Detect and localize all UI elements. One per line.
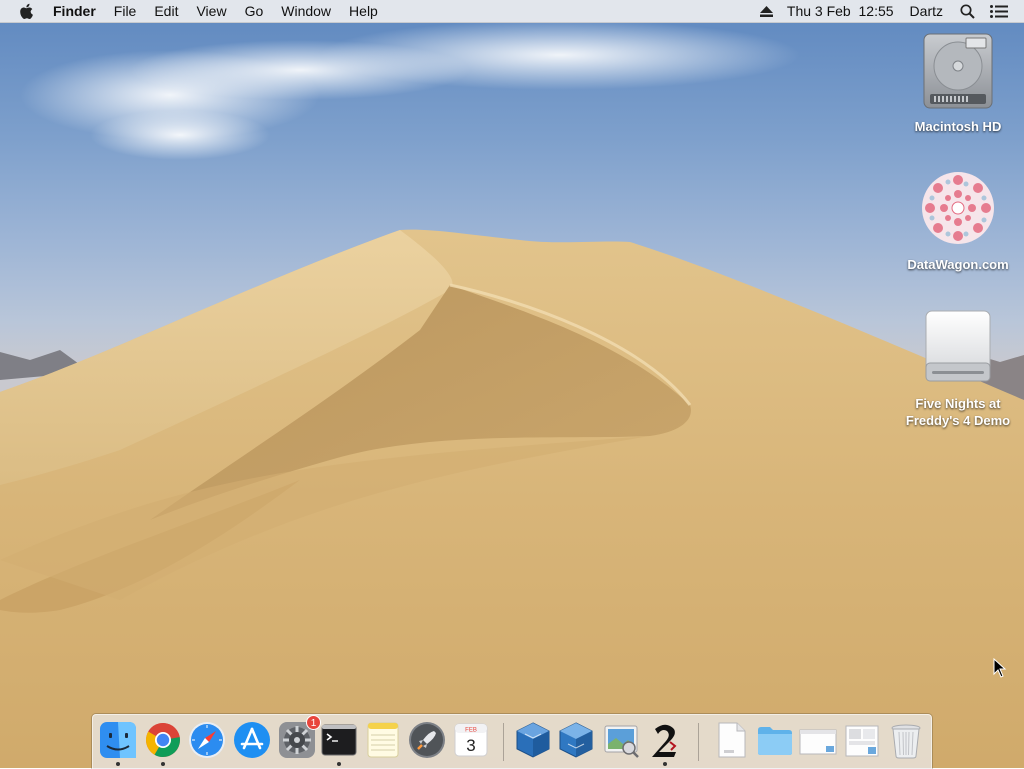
running-indicator [663,762,667,766]
fnaf2-logo-icon [652,724,677,757]
dock-preview[interactable] [601,720,641,760]
desktop-icon-datawagon[interactable]: DataWagon.com [898,168,1018,273]
dock-separator [698,723,699,761]
app-store-icon [234,722,270,758]
chrome-icon [146,723,180,757]
terminal-icon [321,724,357,756]
notification-center-icon[interactable] [982,0,1016,22]
dock-stack-downloads[interactable] [755,720,795,760]
running-indicator [116,762,120,766]
screenshot-file-icon [799,729,837,755]
screenshot-file-icon [845,725,879,757]
virtualbox-cube-icon [559,722,593,758]
hard-drive-icon [918,30,998,110]
mouse-pointer-icon [993,657,1007,683]
menu-clock[interactable]: Thu 3 Feb 12:55 [780,0,901,22]
desktop-icon-label: Macintosh HD [914,119,1002,134]
menu-app-finder[interactable]: Finder [53,0,105,22]
dock-stack-screenshot-2[interactable] [842,720,882,760]
external-disk-image-icon [918,307,998,387]
spotlight-search-icon[interactable] [952,0,982,22]
desktop-icon-label: Five Nights at Freddy's 4 Demo [905,396,1011,428]
dock-fnaf2[interactable] [645,720,685,760]
mojave-dune-illustration [0,20,1024,768]
dock-terminal[interactable] [319,720,359,760]
menu-file[interactable]: File [105,0,146,22]
folder-icon [758,727,792,755]
dock-app-store[interactable] [232,720,272,760]
menu-go[interactable]: Go [236,0,273,22]
menu-edit[interactable]: Edit [145,0,187,22]
calendar-month-label: FEB [465,728,477,734]
calendar-day-label: 3 [466,736,475,755]
rocket-icon [409,722,445,758]
menu-help[interactable]: Help [340,0,387,22]
document-icon [718,722,746,758]
apple-menu-icon[interactable] [19,0,37,22]
dock: 1 FEB 3 [92,714,932,769]
preview-icon [604,725,639,758]
dock-calendar[interactable]: FEB 3 [451,720,491,760]
desktop-wallpaper [0,0,1024,768]
dock-launchpad[interactable] [407,720,447,760]
eject-icon[interactable] [754,0,780,22]
desktop-icon-macintosh-hd[interactable]: Macintosh HD [898,30,1018,135]
floral-web-shortcut-icon [918,168,998,248]
menu-window[interactable]: Window [272,0,340,22]
dock-safari[interactable] [187,720,227,760]
menu-view[interactable]: View [187,0,235,22]
dock-stack-screenshot[interactable] [798,720,838,760]
calendar-icon: FEB 3 [454,723,488,757]
dock-virtualbox-vm[interactable] [556,720,596,760]
dock-separator [503,723,504,761]
running-indicator [337,762,341,766]
trash-icon [891,724,921,759]
dock-stack-document[interactable] [711,720,751,760]
dock-google-chrome[interactable] [143,720,183,760]
desktop-icon-fnaf4-demo[interactable]: Five Nights at Freddy's 4 Demo [898,307,1018,429]
menu-user[interactable]: Dartz [901,0,952,22]
desktop-icon-label: DataWagon.com [907,257,1009,272]
menu-bar: Finder File Edit View Go Window Help Thu… [0,0,1024,23]
dock-notes[interactable] [363,720,403,760]
dock-trash[interactable] [886,720,926,760]
dock-system-preferences[interactable]: 1 [277,715,321,760]
running-indicator [161,762,165,766]
safari-compass-icon [189,722,225,758]
finder-icon [100,722,136,758]
notes-icon [367,722,399,758]
virtualbox-cube-icon [516,722,550,758]
dock-virtualbox[interactable] [513,720,553,760]
dock-finder[interactable] [98,720,138,760]
